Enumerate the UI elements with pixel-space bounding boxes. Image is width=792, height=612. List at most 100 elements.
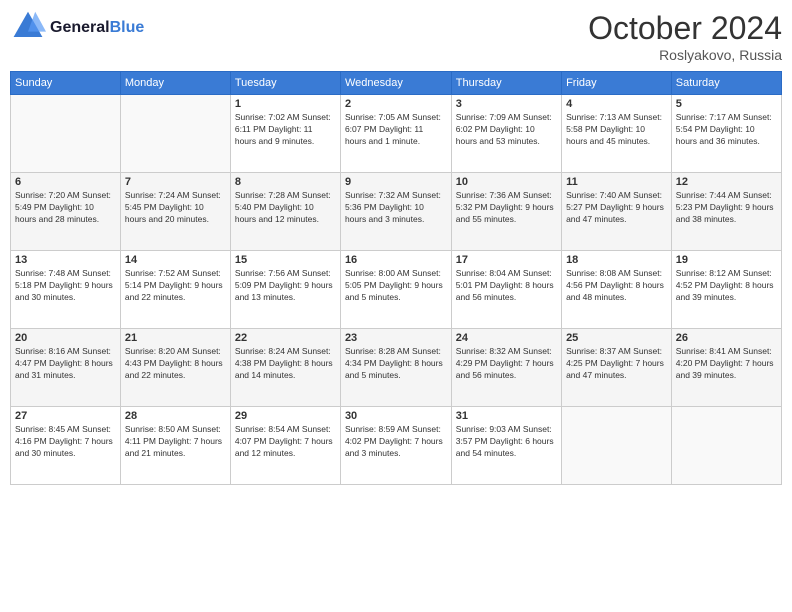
day-number: 1 <box>235 98 336 110</box>
location: Roslyakovo, Russia <box>588 47 782 63</box>
day-info: Sunrise: 8:50 AM Sunset: 4:11 PM Dayligh… <box>125 424 226 460</box>
calendar-cell: 4 Sunrise: 7:13 AM Sunset: 5:58 PM Daylig… <box>562 95 672 173</box>
calendar-cell: 10 Sunrise: 7:36 AM Sunset: 5:32 PM Dayli… <box>451 173 561 251</box>
day-info: Sunrise: 7:40 AM Sunset: 5:27 PM Dayligh… <box>566 190 667 226</box>
calendar-cell <box>562 407 672 485</box>
day-number: 16 <box>345 254 447 266</box>
col-sunday: Sunday <box>11 72 121 95</box>
calendar-cell: 6 Sunrise: 7:20 AM Sunset: 5:49 PM Daylig… <box>11 173 121 251</box>
month-title: October 2024 <box>588 10 782 47</box>
day-info: Sunrise: 7:48 AM Sunset: 5:18 PM Dayligh… <box>15 268 116 304</box>
day-number: 10 <box>456 176 557 188</box>
calendar: Sunday Monday Tuesday Wednesday Thursday… <box>10 71 782 485</box>
day-info: Sunrise: 7:13 AM Sunset: 5:58 PM Dayligh… <box>566 112 667 148</box>
calendar-cell: 16 Sunrise: 8:00 AM Sunset: 5:05 PM Dayli… <box>340 251 451 329</box>
calendar-cell: 12Sunrise: 7:44 AM Sunset: 5:23 PM Dayli… <box>671 173 781 251</box>
day-number: 2 <box>345 98 447 110</box>
week-row-5: 27 Sunrise: 8:45 AM Sunset: 4:16 PM Dayli… <box>11 407 782 485</box>
calendar-header-row: Sunday Monday Tuesday Wednesday Thursday… <box>11 72 782 95</box>
day-number: 11 <box>566 176 667 188</box>
day-number: 21 <box>125 332 226 344</box>
calendar-cell: 13 Sunrise: 7:48 AM Sunset: 5:18 PM Dayli… <box>11 251 121 329</box>
col-tuesday: Tuesday <box>230 72 340 95</box>
week-row-1: 1Sunrise: 7:02 AM Sunset: 6:11 PM Daylig… <box>11 95 782 173</box>
day-number: 24 <box>456 332 557 344</box>
calendar-cell: 2Sunrise: 7:05 AM Sunset: 6:07 PM Daylig… <box>340 95 451 173</box>
day-number: 23 <box>345 332 447 344</box>
day-info: Sunrise: 7:20 AM Sunset: 5:49 PM Dayligh… <box>15 190 116 226</box>
col-saturday: Saturday <box>671 72 781 95</box>
calendar-cell: 15 Sunrise: 7:56 AM Sunset: 5:09 PM Dayli… <box>230 251 340 329</box>
day-info: Sunrise: 7:36 AM Sunset: 5:32 PM Dayligh… <box>456 190 557 226</box>
header: GeneralBlue October 2024 Roslyakovo, Rus… <box>10 10 782 63</box>
day-number: 17 <box>456 254 557 266</box>
calendar-cell: 14Sunrise: 7:52 AM Sunset: 5:14 PM Dayli… <box>120 251 230 329</box>
day-number: 13 <box>15 254 116 266</box>
day-number: 4 <box>566 98 667 110</box>
day-number: 31 <box>456 410 557 422</box>
day-info: Sunrise: 7:28 AM Sunset: 5:40 PM Dayligh… <box>235 190 336 226</box>
day-number: 6 <box>15 176 116 188</box>
day-info: Sunrise: 8:59 AM Sunset: 4:02 PM Dayligh… <box>345 424 447 460</box>
day-number: 19 <box>676 254 777 266</box>
day-info: Sunrise: 8:54 AM Sunset: 4:07 PM Dayligh… <box>235 424 336 460</box>
day-number: 14 <box>125 254 226 266</box>
day-info: Sunrise: 7:17 AM Sunset: 5:54 PM Dayligh… <box>676 112 777 148</box>
calendar-cell: 1Sunrise: 7:02 AM Sunset: 6:11 PM Daylig… <box>230 95 340 173</box>
calendar-cell: 11 Sunrise: 7:40 AM Sunset: 5:27 PM Dayli… <box>562 173 672 251</box>
day-info: Sunrise: 7:24 AM Sunset: 5:45 PM Dayligh… <box>125 190 226 226</box>
day-info: Sunrise: 7:09 AM Sunset: 6:02 PM Dayligh… <box>456 112 557 148</box>
day-info: Sunrise: 7:56 AM Sunset: 5:09 PM Dayligh… <box>235 268 336 304</box>
calendar-cell: 3 Sunrise: 7:09 AM Sunset: 6:02 PM Daylig… <box>451 95 561 173</box>
calendar-cell: 29 Sunrise: 8:54 AM Sunset: 4:07 PM Dayli… <box>230 407 340 485</box>
col-wednesday: Wednesday <box>340 72 451 95</box>
day-number: 26 <box>676 332 777 344</box>
day-number: 27 <box>15 410 116 422</box>
day-info: Sunrise: 8:04 AM Sunset: 5:01 PM Dayligh… <box>456 268 557 304</box>
calendar-cell: 18 Sunrise: 8:08 AM Sunset: 4:56 PM Dayli… <box>562 251 672 329</box>
day-number: 25 <box>566 332 667 344</box>
week-row-2: 6 Sunrise: 7:20 AM Sunset: 5:49 PM Daylig… <box>11 173 782 251</box>
day-info: Sunrise: 8:12 AM Sunset: 4:52 PM Dayligh… <box>676 268 777 304</box>
calendar-cell: 24 Sunrise: 8:32 AM Sunset: 4:29 PM Dayli… <box>451 329 561 407</box>
day-number: 20 <box>15 332 116 344</box>
calendar-cell: 25 Sunrise: 8:37 AM Sunset: 4:25 PM Dayli… <box>562 329 672 407</box>
calendar-cell: 22 Sunrise: 8:24 AM Sunset: 4:38 PM Dayli… <box>230 329 340 407</box>
calendar-cell: 27 Sunrise: 8:45 AM Sunset: 4:16 PM Dayli… <box>11 407 121 485</box>
title-block: October 2024 Roslyakovo, Russia <box>588 10 782 63</box>
col-monday: Monday <box>120 72 230 95</box>
day-number: 22 <box>235 332 336 344</box>
calendar-cell <box>671 407 781 485</box>
day-number: 8 <box>235 176 336 188</box>
day-info: Sunrise: 8:24 AM Sunset: 4:38 PM Dayligh… <box>235 346 336 382</box>
calendar-cell: 21Sunrise: 8:20 AM Sunset: 4:43 PM Dayli… <box>120 329 230 407</box>
calendar-cell: 5 Sunrise: 7:17 AM Sunset: 5:54 PM Daylig… <box>671 95 781 173</box>
calendar-cell: 28 Sunrise: 8:50 AM Sunset: 4:11 PM Dayli… <box>120 407 230 485</box>
day-number: 3 <box>456 98 557 110</box>
calendar-cell: 9 Sunrise: 7:32 AM Sunset: 5:36 PM Daylig… <box>340 173 451 251</box>
day-number: 9 <box>345 176 447 188</box>
calendar-cell: 19 Sunrise: 8:12 AM Sunset: 4:52 PM Dayli… <box>671 251 781 329</box>
day-info: Sunrise: 8:16 AM Sunset: 4:47 PM Dayligh… <box>15 346 116 382</box>
day-info: Sunrise: 8:00 AM Sunset: 5:05 PM Dayligh… <box>345 268 447 304</box>
col-thursday: Thursday <box>451 72 561 95</box>
day-info: Sunrise: 8:08 AM Sunset: 4:56 PM Dayligh… <box>566 268 667 304</box>
day-number: 30 <box>345 410 447 422</box>
day-info: Sunrise: 8:37 AM Sunset: 4:25 PM Dayligh… <box>566 346 667 382</box>
day-number: 28 <box>125 410 226 422</box>
day-number: 29 <box>235 410 336 422</box>
calendar-cell <box>120 95 230 173</box>
day-info: Sunrise: 8:45 AM Sunset: 4:16 PM Dayligh… <box>15 424 116 460</box>
page: GeneralBlue October 2024 Roslyakovo, Rus… <box>0 0 792 612</box>
day-number: 15 <box>235 254 336 266</box>
logo: GeneralBlue <box>10 10 144 46</box>
day-number: 18 <box>566 254 667 266</box>
day-number: 7 <box>125 176 226 188</box>
day-info: Sunrise: 8:28 AM Sunset: 4:34 PM Dayligh… <box>345 346 447 382</box>
day-number: 5 <box>676 98 777 110</box>
day-info: Sunrise: 7:32 AM Sunset: 5:36 PM Dayligh… <box>345 190 447 226</box>
calendar-cell: 17 Sunrise: 8:04 AM Sunset: 5:01 PM Dayli… <box>451 251 561 329</box>
day-info: Sunrise: 9:03 AM Sunset: 3:57 PM Dayligh… <box>456 424 557 460</box>
logo-icon <box>10 10 46 46</box>
day-info: Sunrise: 8:32 AM Sunset: 4:29 PM Dayligh… <box>456 346 557 382</box>
